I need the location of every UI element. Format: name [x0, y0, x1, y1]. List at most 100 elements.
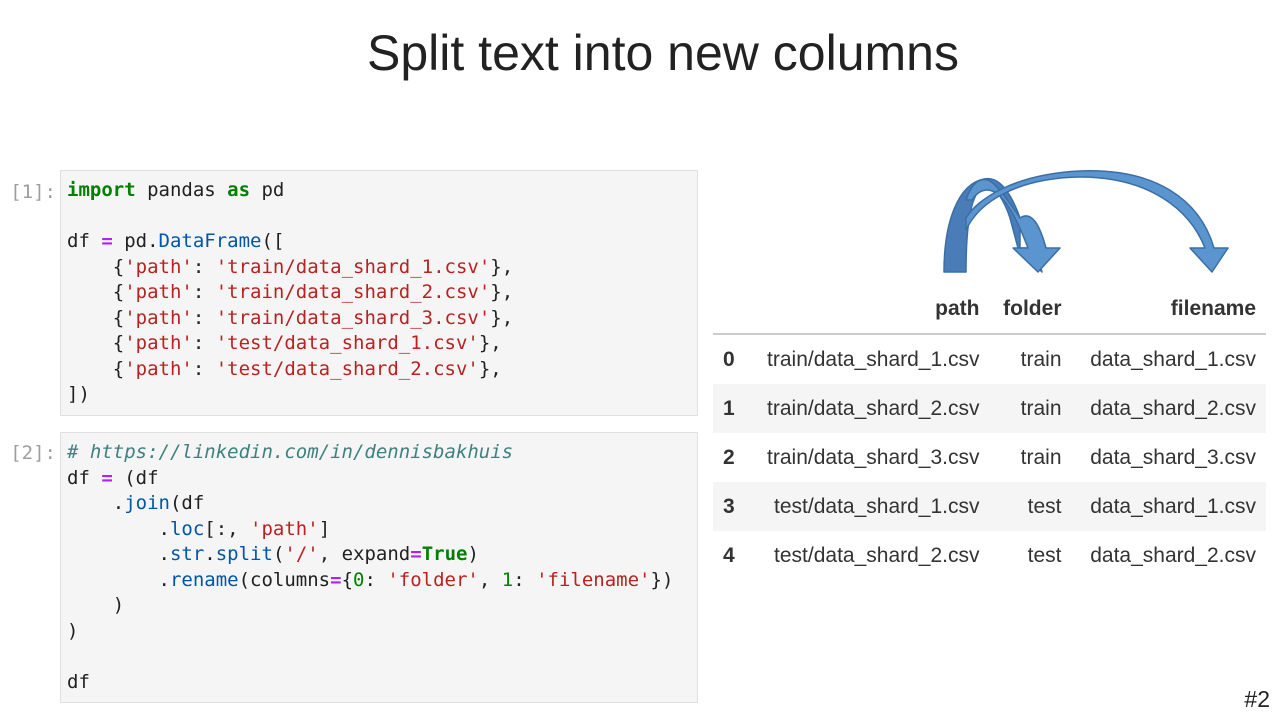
- code-token: [:,: [204, 517, 251, 540]
- code-token: :: [364, 568, 388, 591]
- row-index: 1: [723, 396, 735, 420]
- cell-folder: test: [1027, 543, 1062, 567]
- table-row: 3 test/data_shard_1.csv test data_shard_…: [713, 482, 1266, 531]
- row-index: 0: [723, 347, 735, 371]
- code-token: 'test/data_shard_1.csv': [215, 332, 479, 354]
- code-cell-1[interactable]: import pandas as pd df = pd.DataFrame([ …: [60, 170, 698, 416]
- code-token: 'train/data_shard_2.csv': [215, 281, 491, 303]
- column-header-filename: filename: [1071, 285, 1266, 335]
- code-token: .: [67, 492, 125, 514]
- code-token: loc: [169, 517, 205, 540]
- cell-2-prompt: [2]:: [10, 442, 56, 464]
- split-arrows: [943, 170, 1229, 273]
- code-token: ([: [261, 230, 285, 252]
- cell-folder: train: [1020, 445, 1062, 469]
- code-token: ): [67, 594, 125, 616]
- code-token: },: [490, 306, 514, 329]
- code-token: },: [490, 281, 514, 303]
- cell-folder: test: [1027, 494, 1062, 518]
- code-token: (df: [169, 492, 205, 514]
- code-token: :: [192, 357, 216, 380]
- code-token: {: [67, 281, 125, 303]
- code-token: 'train/data_shard_3.csv': [215, 306, 491, 329]
- code-token: df: [67, 670, 90, 693]
- code-token: {: [67, 332, 125, 354]
- code-token: :: [192, 306, 216, 329]
- code-token: 'filename': [536, 568, 651, 591]
- code-token: {: [67, 357, 125, 380]
- row-index: 4: [723, 543, 735, 567]
- code-token: (df: [112, 466, 159, 489]
- cell-path: test/data_shard_2.csv: [774, 543, 980, 567]
- code-token: pd: [250, 179, 285, 201]
- code-token: ,: [478, 568, 502, 591]
- code-token: .: [67, 543, 170, 565]
- code-token: :: [513, 568, 537, 591]
- table-row: 2 train/data_shard_3.csv train data_shar…: [713, 433, 1266, 482]
- table-header-row: path folder filename: [713, 285, 1266, 335]
- code-token: 1: [501, 568, 514, 591]
- code-token: 'path': [124, 357, 193, 380]
- code-token: pandas: [135, 179, 228, 201]
- cell-filename: data_shard_2.csv: [1090, 396, 1256, 420]
- cell-1-prompt: [1]:: [10, 181, 56, 203]
- table-row: 4 test/data_shard_2.csv test data_shard_…: [713, 531, 1266, 580]
- code-token: 'test/data_shard_2.csv': [215, 357, 479, 380]
- column-header-folder: folder: [989, 285, 1072, 335]
- code-token: .: [204, 543, 216, 565]
- code-token: '/': [284, 543, 319, 565]
- table-row: 1 train/data_shard_2.csv train data_shar…: [713, 384, 1266, 433]
- code-token: df: [67, 466, 102, 489]
- code-token: ): [467, 543, 479, 565]
- code-cell-2[interactable]: # https://linkedin.com/in/dennisbakhuis …: [60, 432, 698, 703]
- code-token: join: [124, 492, 170, 514]
- code-token: {: [67, 306, 125, 329]
- code-token: 'path': [250, 517, 319, 540]
- code-token: rename: [169, 568, 239, 591]
- cell-path: train/data_shard_3.csv: [767, 445, 980, 469]
- code-token: ): [67, 619, 79, 642]
- code-token: pd.: [112, 230, 159, 252]
- code-token: split: [215, 543, 273, 565]
- column-header-path: path: [746, 285, 990, 335]
- code-token: ]: [318, 517, 331, 540]
- code-token: 'path': [124, 332, 193, 354]
- code-token: (: [272, 543, 285, 565]
- code-token: import: [67, 179, 136, 201]
- code-token: :: [192, 255, 216, 278]
- code-token: },: [478, 357, 502, 380]
- table-row: 0 train/data_shard_1.csv train data_shar…: [713, 334, 1266, 384]
- code-token: DataFrame: [158, 230, 262, 252]
- cell-filename: data_shard_1.csv: [1090, 347, 1256, 371]
- code-token: df: [67, 230, 102, 252]
- code-token: .: [67, 517, 170, 540]
- code-token: # https://linkedin.com/in/dennisbakhuis: [67, 441, 514, 463]
- code-token: 0: [353, 568, 365, 591]
- curved-arrow-icon: [965, 170, 1229, 273]
- code-token: 'path': [124, 255, 193, 278]
- code-token: },: [478, 332, 502, 354]
- code-token: 'folder': [387, 568, 479, 591]
- code-token: {: [341, 568, 354, 591]
- row-index: 2: [723, 445, 735, 469]
- cell-filename: data_shard_3.csv: [1090, 445, 1256, 469]
- code-token: =: [330, 568, 342, 591]
- code-token: :: [192, 332, 216, 354]
- code-token: str: [169, 543, 205, 565]
- code-token: 'train/data_shard_1.csv': [215, 255, 491, 278]
- cell-filename: data_shard_1.csv: [1090, 494, 1256, 518]
- code-cell-1-source[interactable]: import pandas as pd df = pd.DataFrame([ …: [61, 171, 697, 415]
- code-token: , expand: [318, 543, 411, 565]
- code-token: as: [227, 179, 251, 201]
- code-token: {: [67, 255, 125, 278]
- code-token: =: [101, 466, 113, 489]
- code-token: 'path': [124, 281, 193, 303]
- code-token: },: [490, 255, 514, 278]
- code-cell-2-source[interactable]: # https://linkedin.com/in/dennisbakhuis …: [61, 433, 697, 702]
- cell-folder: train: [1020, 347, 1062, 371]
- code-token: =: [410, 543, 422, 565]
- code-token: :: [192, 281, 216, 303]
- code-token: True: [421, 543, 468, 565]
- cell-filename: data_shard_2.csv: [1090, 543, 1256, 567]
- slide-title: Split text into new columns: [367, 25, 959, 81]
